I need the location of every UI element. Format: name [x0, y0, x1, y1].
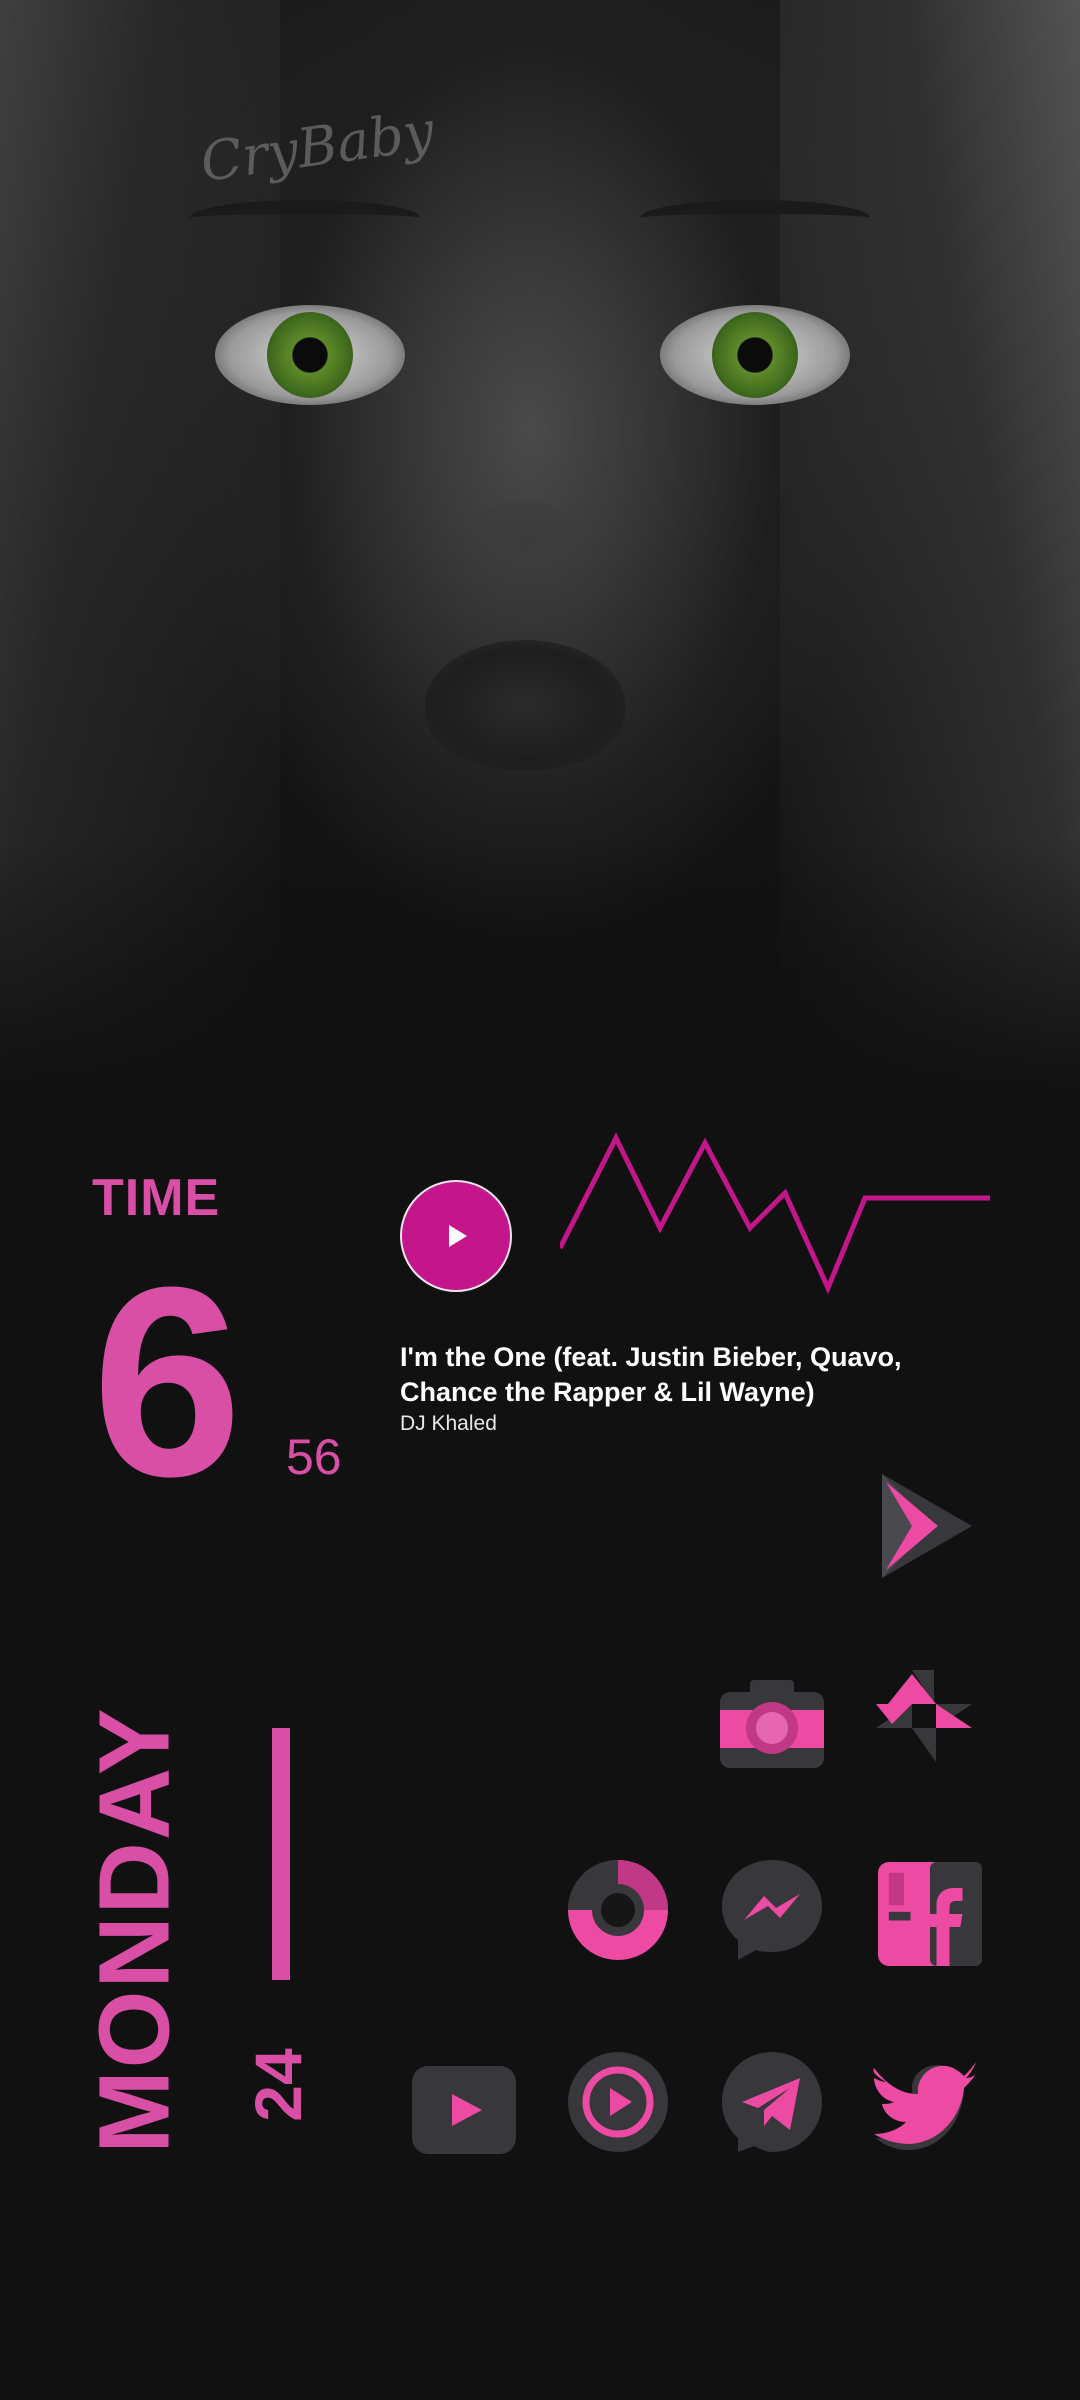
right-eyebrow [640, 200, 870, 236]
left-eye [215, 305, 405, 405]
lips [425, 640, 625, 770]
camera-icon[interactable] [720, 1672, 824, 1776]
time-label: TIME [92, 1169, 221, 1227]
media-play-button[interactable] [400, 1180, 512, 1292]
date-divider [272, 1728, 290, 1980]
messenger-icon[interactable] [720, 1858, 824, 1962]
play-icon [449, 1225, 467, 1247]
song-title: I'm the One (feat. Justin Bieber, Quavo,… [400, 1342, 902, 1407]
audio-waveform [560, 1132, 990, 1295]
nose [470, 500, 580, 580]
telegram-icon[interactable] [720, 2050, 824, 2154]
left-eyebrow [190, 200, 420, 236]
clock-minute: 56 [286, 1429, 342, 1485]
photos-icon[interactable] [872, 1664, 976, 1768]
right-eye [660, 305, 850, 405]
play-store-icon[interactable] [872, 1474, 976, 1578]
day-of-month: 24 [241, 2048, 315, 2122]
song-artist: DJ Khaled [400, 1412, 497, 1435]
wallpaper: CryBaby [0, 0, 1080, 1100]
weekday: MONDAY [78, 1706, 191, 2154]
facebook-icon[interactable] [878, 1862, 982, 1966]
clock-hour: 6 [92, 1232, 243, 1533]
twitter-icon[interactable] [872, 2054, 976, 2158]
music-player-icon[interactable] [566, 2050, 670, 2154]
donut-app-icon[interactable] [566, 1858, 670, 1962]
youtube-icon[interactable] [412, 2058, 516, 2162]
